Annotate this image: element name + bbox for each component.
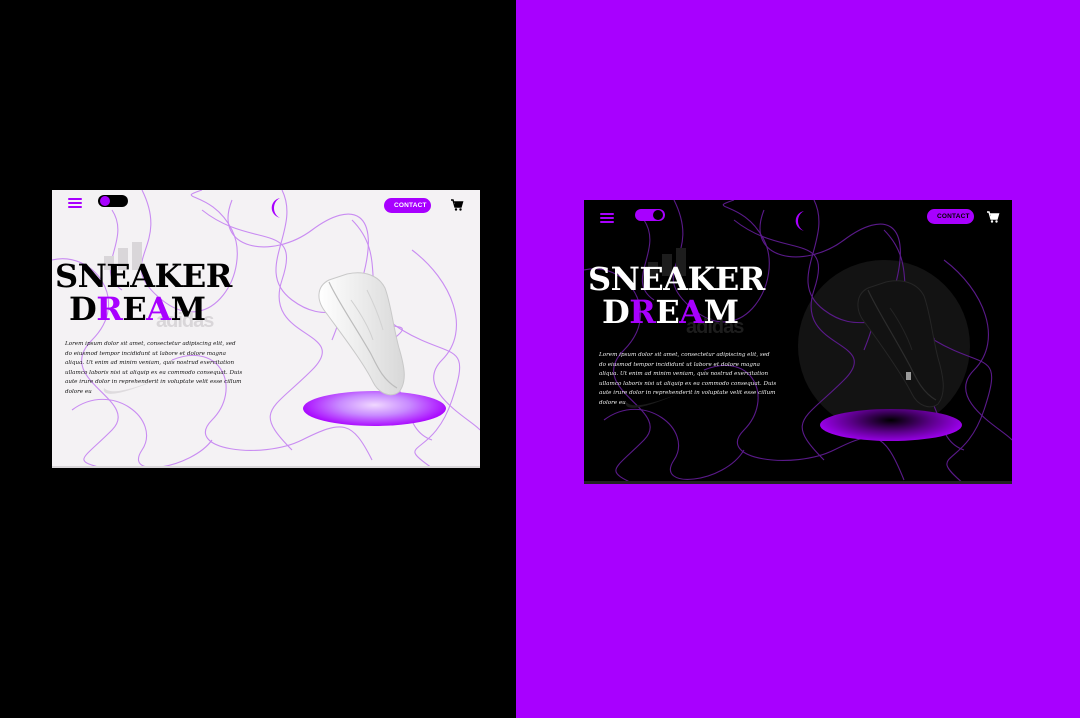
headline: SNEAKER DREAM — [55, 260, 232, 326]
headline-line-2: DREAM — [602, 293, 739, 331]
toggle-knob — [653, 210, 663, 220]
toggle-knob — [100, 196, 110, 206]
black-sneaker-image — [857, 280, 944, 408]
crescent-logo-icon[interactable] — [264, 196, 284, 220]
theme-toggle[interactable] — [635, 209, 665, 221]
body-paragraph: Lorem ipsum dolor sit amet, consectetur … — [65, 341, 243, 395]
body-paragraph: Lorem ipsum dolor sit amet, consectetur … — [599, 352, 777, 406]
dark-theme-mockup: CONTACT adidas SNEAKER DREAM Lorem ipsum… — [584, 200, 1012, 484]
light-theme-mockup: CONTACT adidas SNEAKER DREAM Lorem ipsum… — [52, 190, 480, 468]
contact-button[interactable]: CONTACT — [927, 209, 974, 224]
white-sneaker-image — [318, 272, 405, 396]
menu-icon[interactable] — [600, 213, 614, 223]
headline: SNEAKER DREAM — [588, 263, 765, 329]
theme-toggle[interactable] — [98, 195, 128, 207]
cart-icon[interactable] — [986, 210, 1000, 224]
menu-icon[interactable] — [68, 198, 82, 208]
contact-button[interactable]: CONTACT — [384, 198, 431, 213]
cart-icon[interactable] — [450, 198, 464, 212]
crescent-logo-icon[interactable] — [788, 209, 808, 233]
headline-line-2: DREAM — [69, 290, 206, 328]
